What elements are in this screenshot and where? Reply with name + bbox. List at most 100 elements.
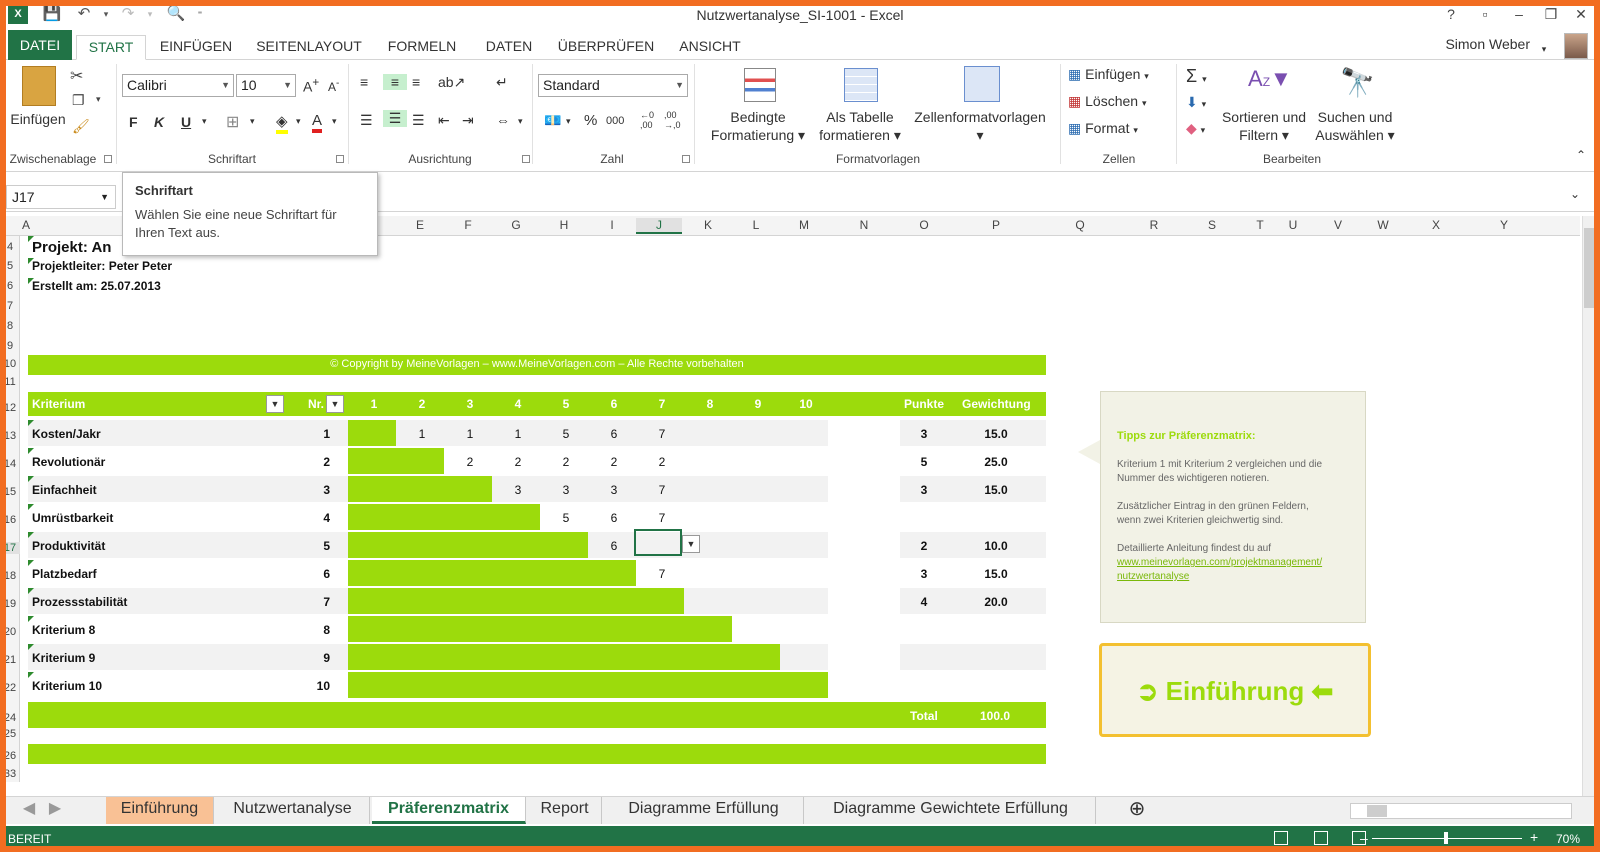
row-header[interactable]: 14 xyxy=(0,458,20,470)
row-header[interactable]: 11 xyxy=(0,376,20,388)
fill-icon[interactable]: ⬇ ▾ xyxy=(1186,94,1206,111)
sort-filter-icon[interactable]: AZ▼ xyxy=(1248,66,1292,92)
gewichtung-cell[interactable]: 25.0 xyxy=(964,455,1028,469)
sheet-tab-nutzwertanalyse[interactable]: Nutzwertanalyse xyxy=(216,797,370,824)
indent-decrease-icon[interactable]: ⇤ xyxy=(438,112,450,129)
delete-cells-button[interactable]: ▦ Löschen ▾ xyxy=(1068,93,1146,110)
insert-cells-button[interactable]: ▦ Einfügen ▾ xyxy=(1068,66,1149,83)
selected-cell[interactable] xyxy=(634,529,682,556)
avatar[interactable] xyxy=(1564,33,1588,59)
italic-button[interactable]: K xyxy=(154,114,164,130)
criterion-number[interactable]: 2 xyxy=(300,455,330,469)
ribbon-display-icon[interactable]: ▫ xyxy=(1474,4,1496,24)
column-header[interactable]: S xyxy=(1192,218,1232,232)
bold-button[interactable]: F xyxy=(129,114,138,130)
column-header[interactable]: Q xyxy=(1060,218,1100,232)
column-header[interactable]: U xyxy=(1282,218,1304,232)
matrix-cell[interactable]: 6 xyxy=(590,511,638,525)
matrix-cell[interactable]: 7 xyxy=(638,511,686,525)
column-header[interactable]: Y xyxy=(1484,218,1524,232)
matrix-cell[interactable]: 2 xyxy=(542,455,590,469)
matrix-cell[interactable]: 2 xyxy=(638,455,686,469)
tab-ueberpruefen[interactable]: ÜBERPRÜFEN xyxy=(554,35,658,60)
criterion-number[interactable]: 3 xyxy=(300,483,330,497)
clipboard-launcher-icon[interactable] xyxy=(104,155,112,163)
matrix-cell[interactable]: 5 xyxy=(542,511,590,525)
column-header[interactable]: L xyxy=(736,218,776,232)
format-cells-button[interactable]: ▦ Format ▾ xyxy=(1068,120,1138,137)
row-header[interactable]: 5 xyxy=(0,260,20,272)
clear-icon[interactable]: ◆ ▾ xyxy=(1186,120,1205,137)
conditional-formatting-icon[interactable] xyxy=(744,68,776,102)
matrix-cell[interactable]: 3 xyxy=(542,483,590,497)
format-as-table-icon[interactable] xyxy=(844,68,878,102)
tab-datei[interactable]: DATEI xyxy=(8,30,72,60)
criterion-number[interactable]: 5 xyxy=(300,539,330,553)
row-header[interactable]: 21 xyxy=(0,654,20,666)
format-as-table-button[interactable]: Als Tabelle formatieren ▾ xyxy=(814,108,906,144)
vertical-scrollbar[interactable] xyxy=(1582,216,1598,796)
row-header[interactable]: 16 xyxy=(0,514,20,526)
matrix-cell[interactable]: 1 xyxy=(398,427,446,441)
shrink-font-icon[interactable]: A- xyxy=(328,78,339,94)
project-title[interactable]: Projekt: An xyxy=(32,239,111,256)
borders-dropdown-icon[interactable]: ▾ xyxy=(250,116,255,127)
column-header[interactable]: P xyxy=(976,218,1016,232)
row-header[interactable]: 9 xyxy=(0,340,20,352)
currency-dropdown-icon[interactable]: ▾ xyxy=(566,116,571,127)
sheet-tab-praeferenzmatrix[interactable]: Präferenzmatrix xyxy=(372,797,526,824)
tab-start[interactable]: START xyxy=(76,35,146,60)
criterion-number[interactable]: 10 xyxy=(300,679,330,693)
criterion-number[interactable]: 9 xyxy=(300,651,330,665)
einfuehrung-button[interactable]: ➲ Einführung ⬅ xyxy=(1099,643,1371,737)
column-header[interactable]: F xyxy=(448,218,488,232)
column-header[interactable]: A xyxy=(20,218,32,232)
minimize-button[interactable]: – xyxy=(1508,4,1530,24)
number-format-select[interactable]: Standard ▼ xyxy=(538,74,688,97)
matrix-cell[interactable]: 1 xyxy=(494,427,542,441)
paste-button[interactable]: Einfügen xyxy=(6,110,70,128)
sheet-tab-einfuehrung[interactable]: Einführung xyxy=(106,797,214,824)
matrix-cell[interactable]: 3 xyxy=(494,483,542,497)
number-launcher-icon[interactable] xyxy=(682,155,690,163)
row-header[interactable]: 15 xyxy=(0,486,20,498)
gewichtung-cell[interactable]: 15.0 xyxy=(964,567,1028,581)
align-center-icon[interactable]: ☰ xyxy=(383,110,407,127)
punkte-cell[interactable]: 3 xyxy=(904,427,944,441)
row-header[interactable]: 33 xyxy=(0,768,20,780)
align-left-icon[interactable]: ☰ xyxy=(360,112,373,129)
criterion-name[interactable]: Produktivität xyxy=(32,539,105,553)
punkte-cell[interactable]: 4 xyxy=(904,595,944,609)
criterion-name[interactable]: Umrüstbarkeit xyxy=(32,511,113,525)
conditional-formatting-button[interactable]: Bedingte Formatierung ▾ xyxy=(700,108,816,144)
row-header[interactable]: 13 xyxy=(0,430,20,442)
close-button[interactable]: ✕ xyxy=(1570,4,1592,24)
criterion-name[interactable]: Einfachheit xyxy=(32,483,97,497)
matrix-cell[interactable]: 2 xyxy=(494,455,542,469)
fill-dropdown-icon[interactable]: ▾ xyxy=(296,116,301,127)
column-header[interactable]: N xyxy=(844,218,884,232)
punkte-cell[interactable]: 3 xyxy=(904,483,944,497)
row-header[interactable]: 7 xyxy=(0,300,20,312)
row-header[interactable]: 26 xyxy=(0,750,20,762)
criterion-name[interactable]: Kriterium 8 xyxy=(32,623,95,637)
zoom-in-icon[interactable]: + xyxy=(1530,829,1538,845)
hscroll-thumb[interactable] xyxy=(1367,805,1387,817)
cut-icon[interactable]: ✂ xyxy=(70,66,83,86)
alignment-launcher-icon[interactable] xyxy=(522,155,530,163)
grow-font-icon[interactable]: A+ xyxy=(303,76,319,95)
criterion-name[interactable]: Kriterium 9 xyxy=(32,651,95,665)
gewichtung-cell[interactable]: 20.0 xyxy=(964,595,1028,609)
matrix-cell[interactable]: 3 xyxy=(590,483,638,497)
punkte-cell[interactable]: 5 xyxy=(904,455,944,469)
help-button[interactable]: ? xyxy=(1440,4,1462,24)
indent-increase-icon[interactable]: ⇥ xyxy=(462,112,474,129)
tab-seitenlayout[interactable]: SEITENLAYOUT xyxy=(252,35,366,60)
matrix-cell[interactable]: 1 xyxy=(446,427,494,441)
row-header[interactable]: 24 xyxy=(0,712,20,724)
name-box[interactable]: J17 ▼ xyxy=(6,185,116,209)
scrollbar-thumb[interactable] xyxy=(1584,228,1597,308)
column-header[interactable]: W xyxy=(1368,218,1398,232)
column-header-selected[interactable]: J xyxy=(636,218,682,234)
row-header[interactable]: 4 xyxy=(0,241,20,253)
